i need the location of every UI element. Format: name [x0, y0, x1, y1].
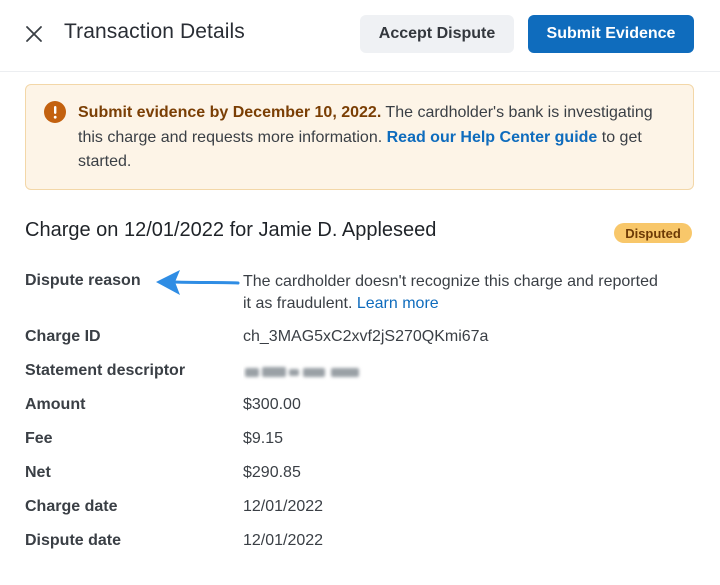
dispute-date-label: Dispute date — [25, 532, 122, 549]
statement-descriptor-value-blurred — [243, 363, 363, 381]
charge-title: Charge on 12/01/2022 for Jamie D. Apples… — [25, 219, 437, 241]
statement-descriptor-label: Statement descriptor — [25, 362, 186, 379]
evidence-deadline-banner: Submit evidence by December 10, 2022. Th… — [25, 84, 694, 190]
dispute-reason-value: The cardholder doesn't recognize this ch… — [243, 271, 663, 315]
left-arrow-icon — [152, 266, 240, 298]
charge-id-value: ch_3MAG5xC2xvf2jS270QKmi67a — [243, 328, 489, 345]
status-badge: Disputed — [614, 223, 692, 243]
banner-message: Submit evidence by December 10, 2022. Th… — [78, 101, 678, 175]
page-title: Transaction Details — [64, 20, 245, 43]
header-bar: Transaction Details Accept Dispute Submi… — [0, 0, 720, 72]
net-label: Net — [25, 464, 51, 481]
accept-dispute-button[interactable]: Accept Dispute — [360, 15, 514, 53]
dispute-date-value: 12/01/2022 — [243, 532, 324, 549]
charge-date-value: 12/01/2022 — [243, 498, 324, 515]
close-icon — [26, 26, 42, 42]
banner-deadline-text: Submit evidence by December 10, 2022. — [78, 104, 382, 121]
dispute-reason-label: Dispute reason — [25, 272, 141, 289]
amount-value: $300.00 — [243, 396, 301, 413]
charge-date-label: Charge date — [25, 498, 118, 515]
help-center-link[interactable]: Read our Help Center guide — [387, 129, 598, 146]
dispute-reason-text: The cardholder doesn't recognize this ch… — [243, 273, 658, 312]
fee-label: Fee — [25, 430, 53, 447]
warning-icon — [44, 101, 66, 123]
learn-more-link[interactable]: Learn more — [357, 295, 439, 312]
submit-evidence-button[interactable]: Submit Evidence — [528, 15, 694, 53]
net-value: $290.85 — [243, 464, 301, 481]
fee-value: $9.15 — [243, 430, 284, 447]
amount-label: Amount — [25, 396, 86, 413]
close-button[interactable] — [22, 22, 46, 46]
charge-id-label: Charge ID — [25, 328, 101, 345]
